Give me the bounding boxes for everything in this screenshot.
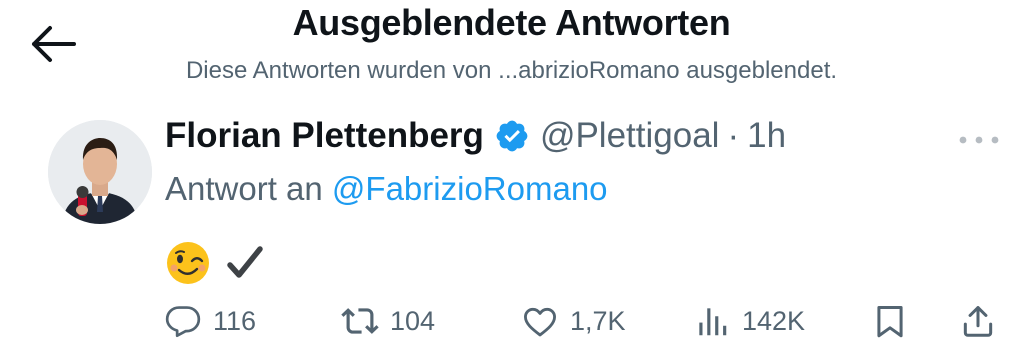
share-upload-icon: [963, 306, 993, 337]
more-options-button[interactable]: [958, 132, 1000, 144]
separator-dot: ·: [727, 116, 740, 155]
reply-prefix: Antwort an: [165, 170, 323, 207]
tweet-content: [165, 240, 265, 286]
bookmark-icon: [877, 306, 903, 338]
like-button[interactable]: 1,7K: [520, 302, 626, 340]
views-button[interactable]: 142K: [692, 302, 805, 340]
profile-photo: [48, 120, 152, 224]
comment-icon: [165, 306, 201, 338]
page-subtitle: Diese Antworten wurden von ...abrizioRom…: [185, 57, 838, 84]
tweet-header: Florian Plettenberg @Plettigoal · 1h: [165, 114, 786, 158]
repost-icon: [341, 308, 379, 334]
page-title: Ausgeblendete Antworten: [292, 2, 731, 43]
winking-face-emoji-icon: [167, 242, 209, 284]
bookmark-button[interactable]: [870, 302, 910, 340]
analytics-bar-icon: [699, 308, 727, 336]
author-handle[interactable]: @Plettigoal: [540, 116, 720, 156]
reply-context: Antwort an @FabrizioRomano: [165, 170, 608, 208]
views-count: 142K: [742, 305, 806, 336]
tweet-time[interactable]: 1h: [747, 116, 786, 156]
avatar[interactable]: [48, 120, 152, 224]
heart-icon: [524, 307, 556, 337]
repost-button[interactable]: 104: [340, 302, 435, 340]
verified-badge-icon: [496, 120, 528, 152]
heavy-check-mark-icon: [227, 246, 263, 278]
more-horizontal-icon: [959, 136, 999, 144]
like-count: 1,7K: [570, 305, 626, 336]
share-button[interactable]: [958, 302, 998, 340]
reply-count: 116: [213, 305, 257, 336]
reply-to-link[interactable]: @FabrizioRomano: [332, 170, 608, 207]
author-name[interactable]: Florian Plettenberg: [165, 116, 484, 156]
reply-button[interactable]: 116: [163, 302, 256, 340]
repost-count: 104: [390, 305, 436, 336]
